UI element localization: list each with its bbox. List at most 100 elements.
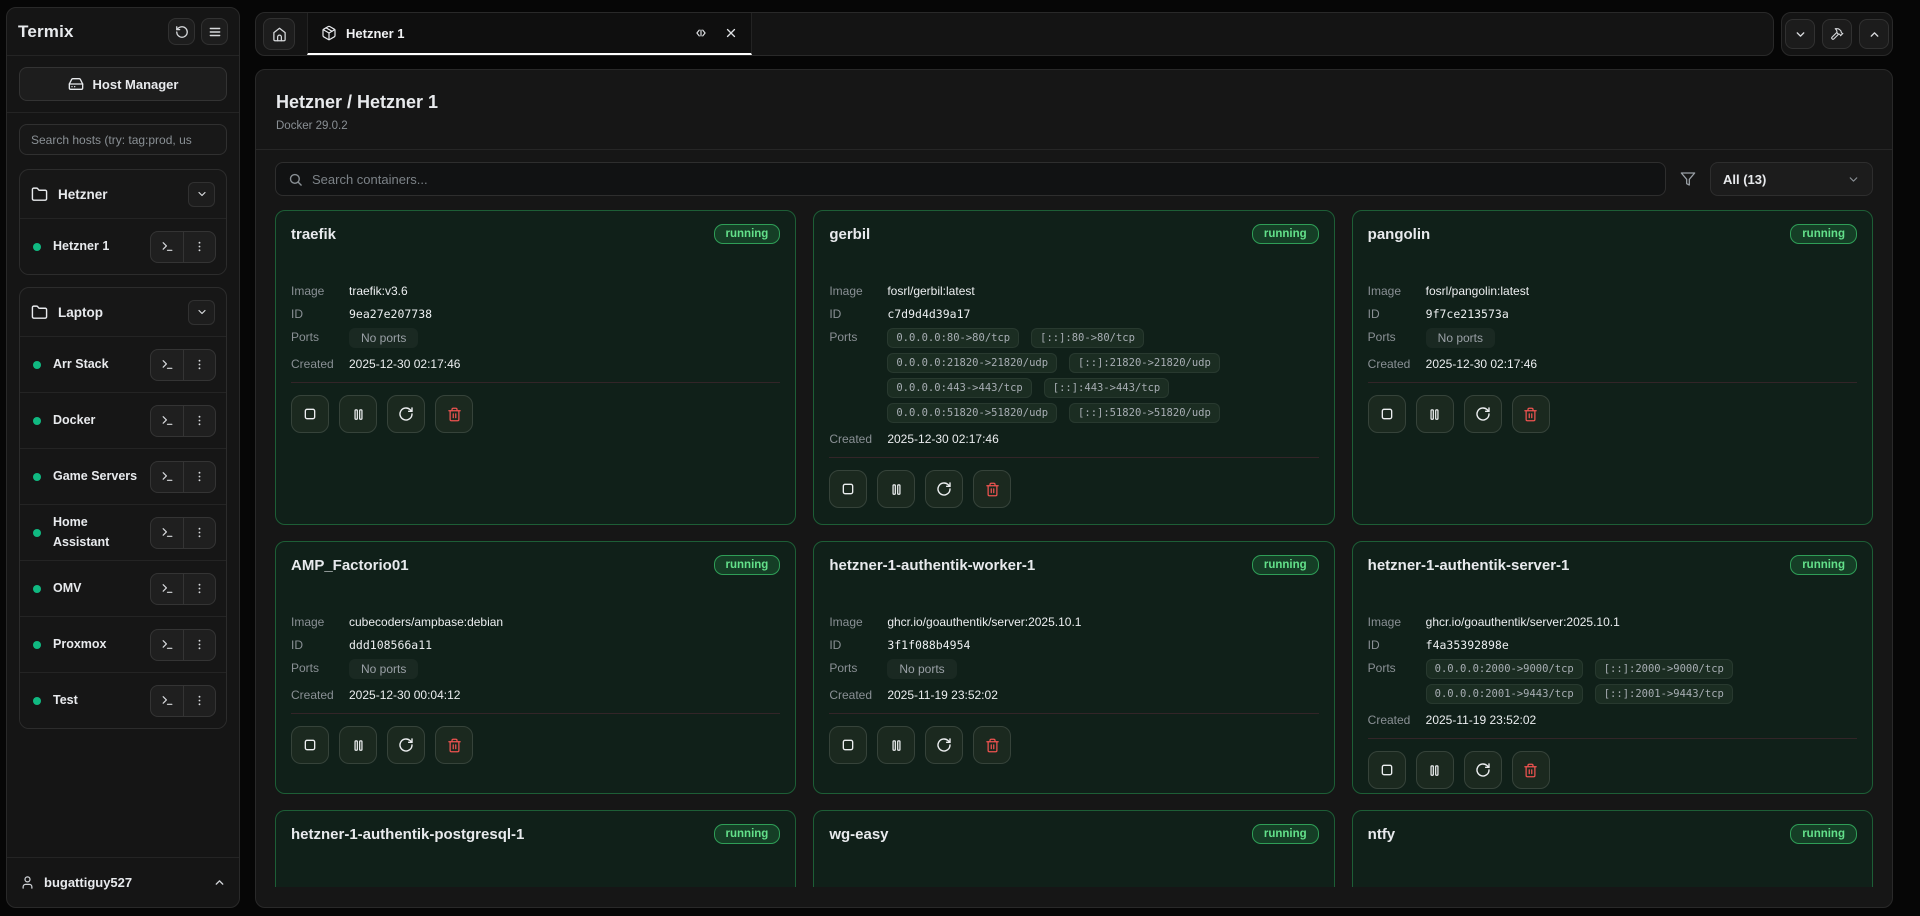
restart-button[interactable] [1464,395,1502,433]
delete-button[interactable] [973,470,1011,508]
status-badge: running [1252,555,1319,575]
delete-button[interactable] [435,395,473,433]
host-group-header[interactable]: Laptop [20,288,226,336]
group-collapse-button[interactable] [188,300,215,325]
terminal-button[interactable] [151,462,183,492]
host-row[interactable]: Docker [20,392,226,448]
restart-button[interactable] [387,395,425,433]
pause-button[interactable] [877,470,915,508]
terminal-icon [161,414,174,427]
delete-button[interactable] [1512,751,1550,789]
host-menu-button[interactable] [183,574,215,604]
trash-icon [1523,407,1538,422]
restart-button[interactable] [387,726,425,764]
id-value: 3f1f088b4954 [887,636,970,652]
status-badge: running [1252,824,1319,844]
close-tab-icon[interactable] [724,26,738,40]
host-manager-button[interactable]: Host Manager [19,67,227,101]
host-row[interactable]: Game Servers [20,448,226,504]
terminal-button[interactable] [151,686,183,716]
terminal-button[interactable] [151,406,183,436]
id-row: ID 9f7ce213573a [1368,305,1857,321]
restart-button[interactable] [1464,751,1502,789]
image-row: Image fosrl/gerbil:latest [829,282,1318,298]
stop-button[interactable] [1368,395,1406,433]
ports-row: Ports 0.0.0.0:80->80/tcp[::]:80->80/tcp0… [829,328,1318,423]
host-row[interactable]: Hetzner 1 [20,218,226,274]
host-online-dot [33,361,41,369]
pause-button[interactable] [1416,395,1454,433]
terminal-button[interactable] [151,574,183,604]
restart-button[interactable] [925,470,963,508]
stop-button[interactable] [829,470,867,508]
host-row[interactable]: Arr Stack [20,336,226,392]
restart-icon [1475,762,1491,778]
image-value: ghcr.io/goauthentik/server:2025.10.1 [1426,613,1620,629]
card-divider [1368,382,1857,383]
container-search[interactable] [275,162,1666,196]
terminal-button[interactable] [151,518,183,548]
pause-button[interactable] [339,395,377,433]
host-row[interactable]: OMV [20,560,226,616]
username: bugattiguy527 [44,875,132,890]
container-name: ntfy [1368,824,1396,843]
filter-icon[interactable] [1680,171,1696,187]
host-row[interactable]: Home Assistant [20,504,226,560]
stop-button[interactable] [291,395,329,433]
host-actions [150,349,216,381]
stop-button[interactable] [291,726,329,764]
host-menu-button[interactable] [183,518,215,548]
group-collapse-button[interactable] [188,182,215,207]
pause-button[interactable] [339,726,377,764]
delete-button[interactable] [435,726,473,764]
group-label: Hetzner [58,187,108,202]
pause-button[interactable] [877,726,915,764]
card-body: Image traefik:v3.6 ID 9ea27e207738 Ports… [291,282,780,433]
terminal-button[interactable] [151,350,183,380]
pause-button[interactable] [1416,751,1454,789]
delete-button[interactable] [1512,395,1550,433]
folder-icon [31,186,48,203]
card-header: hetzner-1-authentik-postgresql-1 running [291,824,780,844]
ports-value: No ports [349,328,418,348]
host-group-header[interactable]: Hetzner [20,170,226,218]
host-menu-button[interactable] [183,350,215,380]
collapse-up-button[interactable] [1859,19,1889,49]
host-menu-button[interactable] [183,406,215,436]
delete-button[interactable] [973,726,1011,764]
host-menu-button[interactable] [183,232,215,262]
host-label: Test [53,691,78,710]
host-search-input[interactable] [19,124,227,155]
card-body: Image ghcr.io/goauthentik/server:2025.10… [829,613,1318,764]
image-label: Image [291,282,349,298]
terminal-button[interactable] [151,630,183,660]
refresh-button[interactable] [168,18,195,45]
status-filter-select[interactable]: All (13) [1710,162,1873,196]
sidebar-menu-button[interactable] [201,18,228,45]
host-menu-button[interactable] [183,630,215,660]
host-row[interactable]: Proxmox [20,616,226,672]
host-menu-button[interactable] [183,686,215,716]
split-pane-icon[interactable] [694,26,708,40]
host-menu-button[interactable] [183,462,215,492]
home-button[interactable] [263,18,295,50]
container-search-input[interactable] [312,172,1653,187]
ports-label: Ports [1368,328,1426,348]
card-header: hetzner-1-authentik-worker-1 running [829,555,1318,575]
id-label: ID [291,636,349,652]
created-label: Created [1368,355,1426,371]
stop-button[interactable] [829,726,867,764]
terminal-button[interactable] [151,232,183,262]
terminal-icon [161,694,174,707]
image-value: fosrl/pangolin:latest [1426,282,1529,298]
stop-button[interactable] [1368,751,1406,789]
tab-hetzner-1[interactable]: Hetzner 1 [307,13,752,55]
restart-button[interactable] [925,726,963,764]
user-menu[interactable]: bugattiguy527 [7,857,239,907]
collapse-down-button[interactable] [1785,19,1815,49]
stop-icon [840,737,856,753]
host-row[interactable]: Test [20,672,226,728]
container-card: hetzner-1-authentik-postgresql-1 running [275,810,796,887]
tools-button[interactable] [1822,19,1852,49]
terminal-icon [161,526,174,539]
